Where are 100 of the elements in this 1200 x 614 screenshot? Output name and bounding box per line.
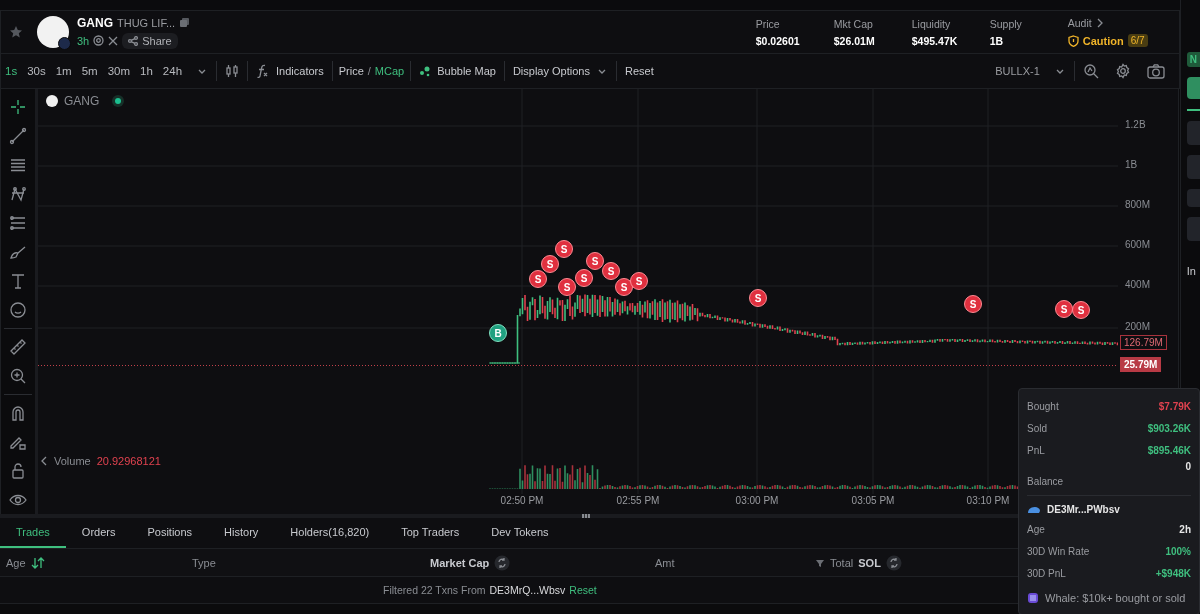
crosshair-icon[interactable] [9,98,27,116]
time-axis-label: 03:00 PM [735,495,779,506]
sell-marker[interactable]: S [964,295,982,313]
sell-marker[interactable]: S [529,270,547,288]
timeframe-tab[interactable]: 30s [23,65,50,77]
x-logo-icon[interactable] [108,35,119,46]
stat-value: 1B [989,34,1005,47]
settings-icon[interactable] [1114,63,1131,79]
indicators-button[interactable]: Indicators [248,64,332,78]
bubble-map-button[interactable]: Bubble Map [411,65,504,77]
volume-value: 20.92968121 [96,455,161,467]
sell-marker[interactable]: S [555,240,573,258]
audit-status: Caution [1082,34,1124,47]
price-axis-label: 800M [1125,199,1150,210]
share-button[interactable]: Share [122,32,178,49]
panel-field[interactable] [1186,121,1200,145]
magnet-icon[interactable] [9,404,27,422]
camera-icon[interactable] [1146,63,1165,79]
tooltip-value: 100% [1165,545,1191,557]
timeframe-tab[interactable]: 5m [77,65,102,77]
timeframe-tab[interactable]: 1m [51,65,76,77]
volume-label: Volume [54,455,91,467]
layout-dropdown[interactable]: BULLX-1 [987,65,1074,77]
lines-icon[interactable] [9,156,27,174]
tooltip-value: +$948K [1155,567,1191,579]
sort-icon[interactable] [30,556,45,569]
reset-link[interactable]: Reset [569,584,597,596]
bubbles-icon [419,65,432,77]
swap-icon[interactable] [885,554,902,571]
timeframe-tab[interactable]: 1h [136,65,157,77]
whale-badge-icon [1027,592,1039,604]
sell-marker[interactable]: S [602,262,620,280]
collapse-icon[interactable] [40,455,48,467]
sell-marker[interactable]: S [615,278,633,296]
tooltip-label: 30D Win Rate [1027,545,1090,557]
price-mode-option[interactable]: MCap [374,65,405,77]
sell-marker[interactable]: S [1055,300,1073,318]
chevron-right-icon [1095,18,1104,28]
copy-icon[interactable] [179,17,191,28]
sell-marker[interactable]: S [630,272,648,290]
lock-icon[interactable] [9,462,27,480]
sell-marker[interactable]: S [575,269,593,287]
wallet-name[interactable]: DE3Mr...PWbsv [1047,503,1120,515]
pattern-icon[interactable] [9,185,27,203]
sell-marker[interactable]: S [541,255,559,273]
time-axis-label: 02:55 PM [616,495,660,506]
fib-levels-icon[interactable] [9,214,27,232]
tooltip-label: Balance [1027,476,1064,487]
at-icon[interactable] [93,35,105,46]
filter-message: Filtered 22 Txns From [383,584,486,596]
emoji-icon[interactable] [9,301,27,319]
bottom-tab[interactable]: History [208,518,275,548]
new-badge: N [1186,52,1200,67]
share-icon [128,35,139,46]
text-icon[interactable] [9,272,27,290]
currency-label: SOL [858,556,881,569]
filter-icon[interactable] [815,557,825,568]
shield-icon [1067,34,1079,47]
tooltip-value: $903.26K [1147,422,1191,434]
timeframe-tab[interactable]: 30m [103,65,135,77]
toggle-separator: / [367,65,371,77]
sell-marker[interactable]: S [558,278,576,296]
drag-handle-icon[interactable] [582,514,590,518]
panel-label: In [1186,265,1197,277]
zoom-in-icon[interactable] [9,367,27,385]
tab-indicator [1186,109,1200,111]
timeframe-tab[interactable]: 24h [158,65,187,77]
candles-icon[interactable] [225,64,240,78]
tooltip-value: $7.79K [1158,400,1191,412]
tooltip-value: 0 [1185,461,1191,472]
audit-link[interactable]: Audit [1067,17,1163,29]
price-axis-label: 600M [1125,239,1150,250]
bottom-tab[interactable]: Orders [65,518,132,548]
reset-button[interactable]: Reset [616,65,662,77]
price-axis-label: 400M [1125,279,1150,290]
star-icon[interactable] [9,25,23,39]
current-value-label: 126.79M [1120,335,1167,350]
stat-value: $0.02601 [755,34,801,47]
tooltip-value: $895.46K [1147,444,1191,456]
bottom-tab[interactable]: Holders(16,820) [274,518,386,548]
panel-field[interactable] [1186,189,1200,207]
panel-button[interactable] [1186,77,1200,99]
swap-icon[interactable] [494,554,511,571]
search-icon[interactable] [1082,63,1099,79]
sell-marker[interactable]: S [749,289,767,307]
price-mode-option[interactable]: Price [338,65,364,77]
audit-score-badge: 6/7 [1127,34,1148,47]
bottom-tab[interactable]: Dev Tokens [475,518,565,548]
time-axis-label: 03:05 PM [851,495,895,506]
display-options-dropdown[interactable]: Display Options [504,65,616,77]
time-axis-label: 03:10 PM [966,495,1010,506]
panel-field[interactable] [1186,155,1200,179]
bottom-tab[interactable]: Top Traders [385,518,476,548]
sell-marker[interactable]: S [586,252,604,270]
bottom-tab[interactable]: Positions [131,518,209,548]
panel-field[interactable] [1186,217,1200,241]
ruler-icon[interactable] [9,338,27,356]
trend-line-icon[interactable] [9,127,27,145]
timeframe-tab[interactable]: 1s [1,65,22,77]
sell-marker[interactable]: S [1072,301,1090,319]
